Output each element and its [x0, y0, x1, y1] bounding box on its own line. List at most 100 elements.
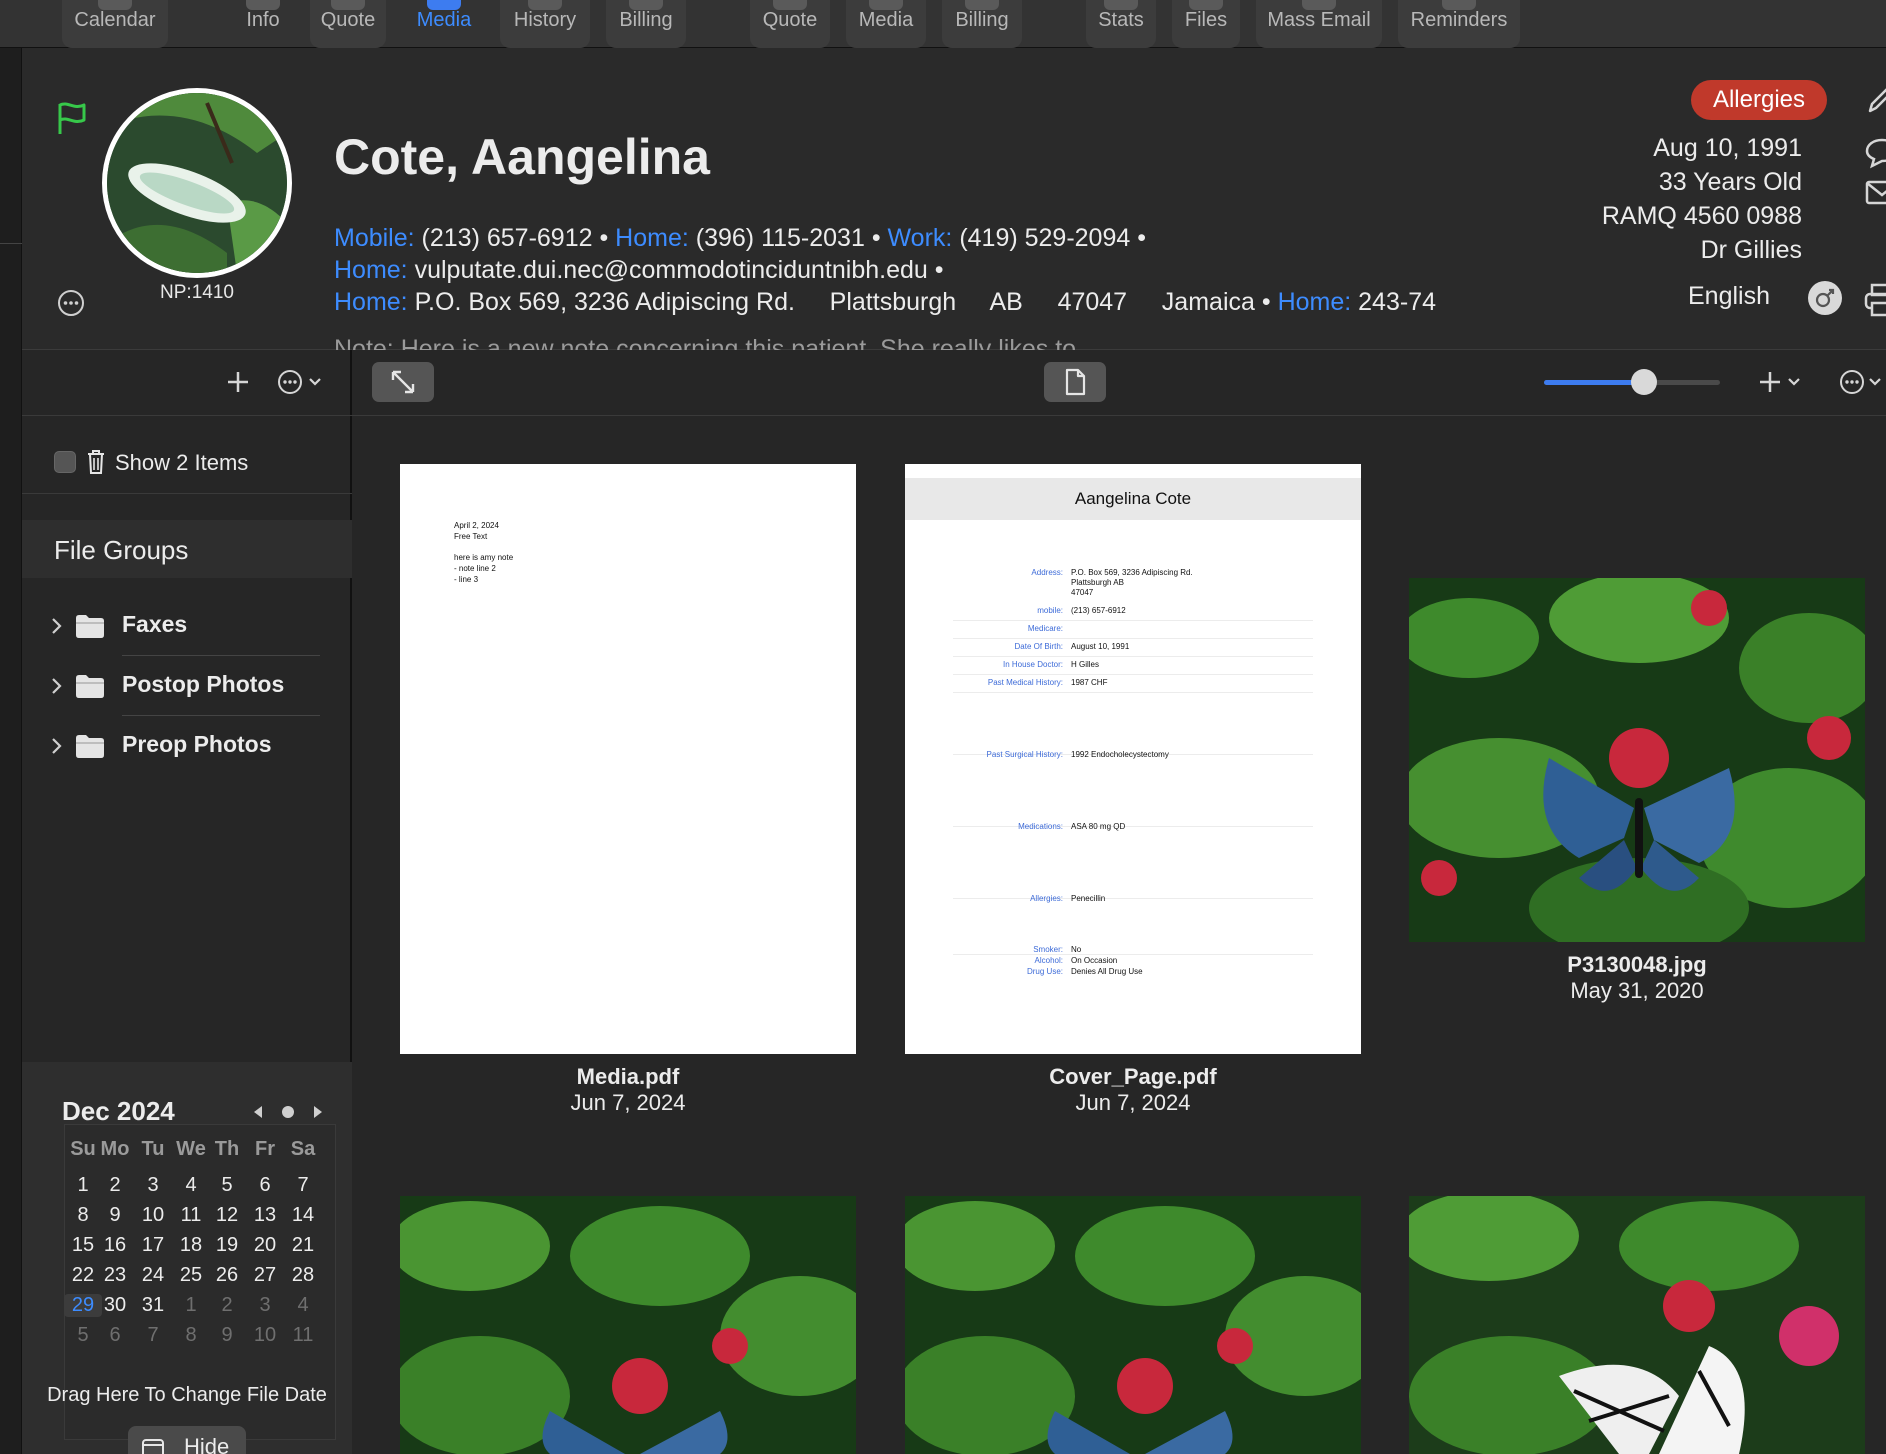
show-items-label[interactable]: Show 2 Items	[115, 450, 248, 476]
toolbar-billing-2[interactable]: Billing	[942, 0, 1022, 48]
group-item-preop-photos[interactable]: Preop Photos	[22, 716, 352, 776]
calendar-day[interactable]: 9	[208, 1324, 246, 1347]
address-value[interactable]: P.O. Box 569, 3236 Adipiscing Rd. Platts…	[415, 288, 1255, 316]
hide-calendar-button[interactable]: Hide	[128, 1426, 246, 1454]
calendar-day[interactable]: 16	[96, 1234, 134, 1257]
work-phone-value[interactable]: (419) 529-2094	[959, 224, 1130, 252]
thumbnail-size-slider[interactable]	[1544, 369, 1720, 395]
allergies-badge[interactable]: Allergies	[1691, 80, 1827, 120]
toolbar-history[interactable]: History	[500, 0, 590, 48]
toolbar-calendar[interactable]: Calendar	[62, 0, 168, 48]
field-value: On Occasion	[1071, 956, 1118, 965]
flag-icon[interactable]	[52, 98, 92, 138]
calendar-day[interactable]: 1	[172, 1294, 210, 1317]
calendar-day[interactable]: 30	[96, 1294, 134, 1317]
document-view-button[interactable]	[1044, 362, 1106, 402]
weekday-header: Th	[214, 1138, 240, 1160]
envelope-icon[interactable]	[1862, 172, 1886, 212]
calendar-day[interactable]: 5	[208, 1174, 246, 1197]
calendar-month-title: Dec 2024	[62, 1096, 175, 1126]
more-options-icon[interactable]	[56, 288, 86, 318]
slider-knob[interactable]	[1631, 369, 1658, 395]
group-label: Postop Photos	[122, 671, 285, 697]
ramq-number: RAMQ 4560 0988	[1601, 202, 1802, 230]
calendar-day[interactable]: 12	[208, 1204, 246, 1227]
sidebar-more-menu-icon[interactable]	[276, 366, 332, 398]
calendar-day[interactable]: 10	[134, 1204, 172, 1227]
toolbar-media-2[interactable]: Media	[846, 0, 926, 48]
calendar-day[interactable]: 23	[96, 1264, 134, 1287]
media-more-menu-icon[interactable]	[1828, 366, 1886, 398]
calendar-day[interactable]: 10	[246, 1324, 284, 1347]
home-phone-value[interactable]: (396) 115-2031	[696, 224, 865, 252]
white-butterfly-photo-thumbnail[interactable]	[1409, 1196, 1865, 1454]
extra-home-value[interactable]: 243-74	[1358, 288, 1436, 316]
butterfly-photo-thumbnail[interactable]	[400, 1196, 856, 1454]
calendar-day[interactable]: 11	[172, 1204, 210, 1227]
field-value: (213) 657-6912	[1071, 606, 1126, 615]
calendar-day[interactable]: 4	[284, 1294, 322, 1317]
calendar-nav[interactable]	[248, 1100, 328, 1124]
group-item-postop-photos[interactable]: Postop Photos	[22, 656, 352, 716]
toolbar-quote-2[interactable]: Quote	[750, 0, 830, 48]
media-pdf-thumbnail[interactable]: April 2, 2024 Free Text here is amy note…	[400, 464, 856, 1054]
calendar-day[interactable]: 11	[284, 1324, 322, 1347]
chevron-right-icon[interactable]	[50, 613, 64, 639]
calendar-day[interactable]: 14	[284, 1204, 322, 1227]
toolbar-info[interactable]: Info	[232, 0, 294, 48]
toolbar-files[interactable]: Files	[1172, 0, 1240, 48]
male-gender-icon[interactable]	[1808, 281, 1842, 315]
patient-number: NP:1410	[160, 282, 234, 303]
calendar-day[interactable]: 21	[284, 1234, 322, 1257]
patient-language[interactable]: English	[1688, 282, 1770, 311]
calendar-day[interactable]: 17	[134, 1234, 172, 1257]
calendar-day[interactable]: 3	[246, 1294, 284, 1317]
patient-name: Cote, Aangelina	[334, 129, 710, 185]
toolbar-billing[interactable]: Billing	[606, 0, 686, 48]
expand-button[interactable]	[372, 362, 434, 402]
calendar-day[interactable]: 8	[172, 1324, 210, 1347]
add-file-plus-icon[interactable]	[1752, 366, 1806, 398]
calendar-day[interactable]: 28	[284, 1264, 322, 1287]
speech-bubble-icon[interactable]	[1862, 132, 1886, 172]
calendar-day[interactable]: 6	[246, 1174, 284, 1197]
calendar-day[interactable]: 31	[134, 1294, 172, 1317]
calendar-day[interactable]: 9	[96, 1204, 134, 1227]
calendar-day[interactable]: 4	[172, 1174, 210, 1197]
toolbar-media[interactable]: Media	[404, 0, 484, 48]
calendar-day[interactable]: 2	[96, 1174, 134, 1197]
avatar[interactable]	[102, 88, 292, 278]
group-label: Faxes	[122, 611, 188, 637]
divider	[953, 692, 1313, 693]
pencil-icon[interactable]	[1862, 78, 1886, 118]
butterfly-photo-thumbnail[interactable]	[905, 1196, 1361, 1454]
show-items-checkbox[interactable]	[54, 451, 76, 473]
email-value[interactable]: vulputate.dui.nec@commodotinciduntnibh.e…	[415, 256, 928, 284]
butterfly-photo-thumbnail[interactable]	[1409, 578, 1865, 942]
calendar-day[interactable]: 3	[134, 1174, 172, 1197]
toolbar-reminders[interactable]: Reminders	[1398, 0, 1520, 48]
calendar-day[interactable]: 26	[208, 1264, 246, 1287]
chevron-right-icon[interactable]	[50, 733, 64, 759]
toolbar-stats[interactable]: Stats	[1086, 0, 1156, 48]
add-group-plus-icon[interactable]	[222, 366, 254, 398]
calendar-day[interactable]: 13	[246, 1204, 284, 1227]
sidebar-toolbar	[22, 350, 352, 416]
calendar-day[interactable]: 24	[134, 1264, 172, 1287]
toolbar-mass-email[interactable]: Mass Email	[1256, 0, 1382, 48]
calendar-day[interactable]: 20	[246, 1234, 284, 1257]
calendar-day[interactable]: 27	[246, 1264, 284, 1287]
group-item-faxes[interactable]: Faxes	[22, 596, 352, 656]
calendar-day[interactable]: 6	[96, 1324, 134, 1347]
cover-page-pdf-thumbnail[interactable]: Aangelina Cote Address: P.O. Box 569, 323…	[905, 464, 1361, 1054]
calendar-day[interactable]: 19	[208, 1234, 246, 1257]
printer-icon[interactable]	[1862, 280, 1886, 320]
chevron-right-icon[interactable]	[50, 673, 64, 699]
calendar-day[interactable]: 7	[284, 1174, 322, 1197]
calendar-day[interactable]: 18	[172, 1234, 210, 1257]
toolbar-quote[interactable]: Quote	[310, 0, 386, 48]
mobile-value[interactable]: (213) 657-6912	[422, 224, 593, 252]
calendar-day[interactable]: 7	[134, 1324, 172, 1347]
calendar-day[interactable]: 2	[208, 1294, 246, 1317]
calendar-day[interactable]: 25	[172, 1264, 210, 1287]
